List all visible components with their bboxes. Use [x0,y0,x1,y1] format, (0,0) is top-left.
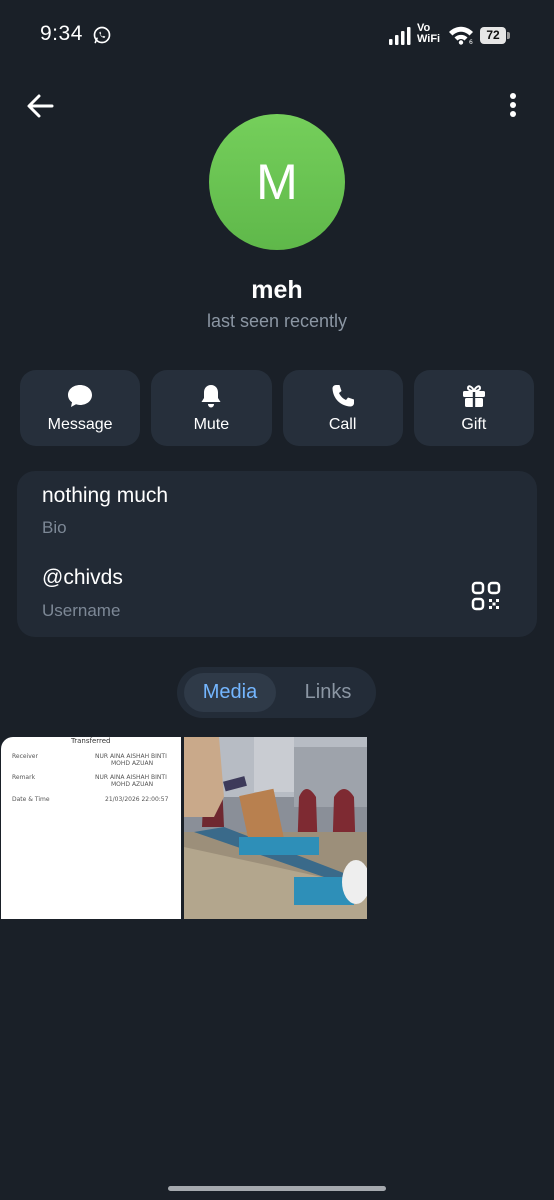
bio-label: Bio [42,518,67,537]
gift-button[interactable]: Gift [413,370,534,446]
receipt-row-label: Date & Time [12,796,50,803]
gift-icon [462,385,485,407]
call-button[interactable]: Call [282,370,403,446]
bell-icon [201,385,221,408]
volte-indicator: Vo WiFi [417,23,440,45]
avatar[interactable]: M [209,114,345,250]
media-thumbnail-receipt[interactable]: Transferred Receiver NUR AINA AISHAH BIN… [1,737,181,919]
username-label: Username [42,601,121,620]
receipt-row-value-2: MOHD AZUAN [111,760,154,767]
receipt-row-label: Remark [12,774,36,781]
home-indicator[interactable] [168,1186,386,1191]
wifi-version: 6 [469,39,473,45]
receipt-row-value-2: MOHD AZUAN [111,781,154,788]
status-time: 9:34 [40,22,83,45]
mute-label: Mute [193,416,230,433]
qr-code-icon[interactable] [470,580,502,612]
gift-label: Gift [461,416,487,433]
receipt-title: Transferred [71,737,111,745]
message-label: Message [47,416,113,433]
chat-bubble-icon [68,385,93,407]
tab-links[interactable]: Links [282,673,374,712]
call-label: Call [328,416,357,433]
avatar-letter: M [256,154,298,210]
bio-text[interactable]: nothing much [42,484,168,508]
last-seen-status: last seen recently [206,311,348,331]
mute-button[interactable]: Mute [151,370,272,446]
media-thumbnail-photo[interactable] [184,737,367,919]
username-text[interactable]: @chivds [42,566,123,590]
back-arrow-icon[interactable] [22,88,58,124]
tab-media[interactable]: Media [184,673,276,712]
battery-tip [507,32,510,39]
message-button[interactable]: Message [20,370,141,446]
receipt-row-label: Receiver [12,753,38,760]
signal-icon [389,27,411,45]
battery-indicator: 72 [480,27,506,44]
phone-icon [332,385,354,407]
wifi-icon: 6 [449,26,473,45]
whatsapp-icon [93,26,111,44]
receipt-row-value: NUR AINA AISHAH BINTI [95,753,167,760]
more-options-icon[interactable] [498,88,528,124]
receipt-row-value: 21/03/2026 22:00:57 [105,796,169,803]
contact-name: meh [251,276,303,304]
wifi-calling-label: WiFi [417,33,441,45]
action-buttons: Message Mute Call Gift [20,370,534,446]
receipt-row-value: NUR AINA AISHAH BINTI [95,774,167,781]
